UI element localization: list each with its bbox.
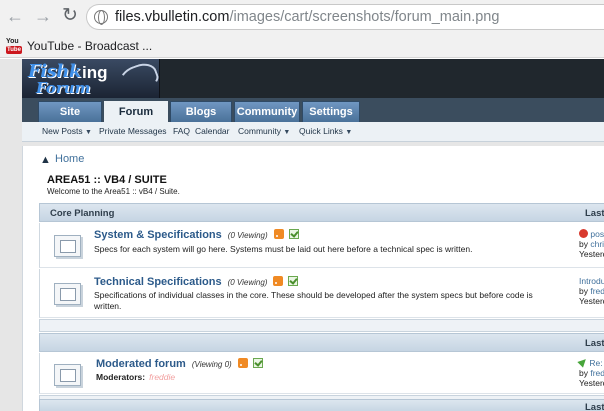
rss-icon — [273, 276, 284, 286]
home-icon: ▲ — [40, 154, 51, 166]
forum-row: Moderated forum (Viewing 0) Moderators: fr… — [39, 353, 604, 394]
back-arrow-icon[interactable]: ← — [6, 7, 24, 25]
angry-post-icon — [579, 229, 588, 238]
browser-toolbar: ← → ↻ files.vbulletin.com/images/cart/sc… — [0, 0, 604, 34]
bookmarks-bar: You Tube YouTube - Broadcast ... — [0, 34, 604, 58]
globe-icon — [94, 10, 108, 25]
category-spacer — [39, 319, 604, 332]
community-menu[interactable]: Community ▼ — [238, 126, 290, 136]
forum-content: ▲ Home AREA51 :: VB4 / SUITE Welcome to … — [22, 146, 604, 411]
faq-link[interactable]: FAQ — [173, 126, 190, 136]
site-header: Fishk ing Forum — [22, 59, 604, 98]
forward-arrow-icon[interactable]: → — [34, 7, 52, 25]
site-logo[interactable]: Fishk ing Forum — [22, 59, 162, 98]
forum-row: Technical Specifications (0 Viewing) Spec… — [39, 269, 604, 318]
rss-icon — [273, 229, 284, 239]
page-subtitle: Welcome to the Area51 :: vB4 / Suite. — [47, 187, 180, 196]
forum-row: System & Specifications (0 Viewing) Specs… — [39, 223, 604, 268]
page-title: AREA51 :: VB4 / SUITE — [47, 174, 167, 186]
last-post: Re: Yaby freddieYesterday — [577, 356, 604, 388]
subscribe-check-icon — [288, 229, 299, 239]
subscribe-check-icon — [288, 276, 299, 286]
reload-icon[interactable]: ↻ — [62, 6, 78, 25]
dropdown-caret-icon: ▼ — [345, 129, 353, 136]
tab-forum[interactable]: Forum — [104, 101, 168, 122]
address-bar[interactable]: files.vbulletin.com/images/cart/screensh… — [86, 4, 604, 30]
forum-description: Specifications of individual classes in … — [94, 290, 533, 311]
tab-community[interactable]: Community — [234, 101, 300, 122]
new-post-arrow-icon — [577, 356, 589, 368]
last-post: Introductioby freddieYesterday — [579, 276, 604, 306]
forum-status-icon — [54, 364, 81, 386]
forum-title-link[interactable]: System & Specifications (0 Viewing) — [94, 229, 299, 241]
new-posts-menu[interactable]: New Posts ▼ — [42, 126, 92, 136]
url-text: files.vbulletin.com/images/cart/screensh… — [115, 9, 500, 25]
category-header[interactable]: Last Post — [39, 399, 604, 411]
sub-navigation: New Posts ▼ Private Messages FAQ Calenda… — [22, 122, 604, 142]
main-tabs: Site Forum Blogs Community Settings — [22, 98, 604, 122]
dropdown-caret-icon: ▼ — [283, 129, 291, 136]
calendar-link[interactable]: Calendar — [195, 126, 230, 136]
last-post: postingby chrisYesterday — [579, 229, 604, 259]
rss-icon — [237, 358, 248, 368]
dropdown-caret-icon: ▼ — [85, 129, 92, 136]
tab-blogs[interactable]: Blogs — [170, 101, 232, 122]
subscribe-check-icon — [252, 358, 263, 368]
category-header-core-planning[interactable]: Core Planning Last Post — [39, 203, 604, 222]
forum-title-link[interactable]: Moderated forum (Viewing 0) — [96, 358, 263, 370]
forum-status-icon — [54, 235, 81, 257]
tab-site[interactable]: Site — [38, 101, 102, 122]
forum-description: Specs for each system will go here. Syst… — [94, 244, 473, 254]
tab-settings[interactable]: Settings — [302, 101, 360, 122]
forum-title-link[interactable]: Technical Specifications (0 Viewing) — [94, 276, 299, 288]
bookmark-youtube[interactable]: YouTube - Broadcast ... — [27, 39, 152, 53]
logo-swoosh-icon — [116, 59, 162, 97]
private-messages-link[interactable]: Private Messages — [99, 126, 167, 136]
youtube-icon: You Tube — [6, 38, 22, 54]
quick-links-menu[interactable]: Quick Links ▼ — [299, 126, 352, 136]
forum-moderators: Moderators: freddie — [96, 372, 176, 382]
breadcrumb-home[interactable]: Home — [55, 153, 84, 165]
category-header[interactable]: Last Post — [39, 333, 604, 352]
web-page: Fishk ing Forum Site Forum Blogs Communi… — [0, 59, 604, 411]
forum-status-icon — [54, 283, 81, 305]
